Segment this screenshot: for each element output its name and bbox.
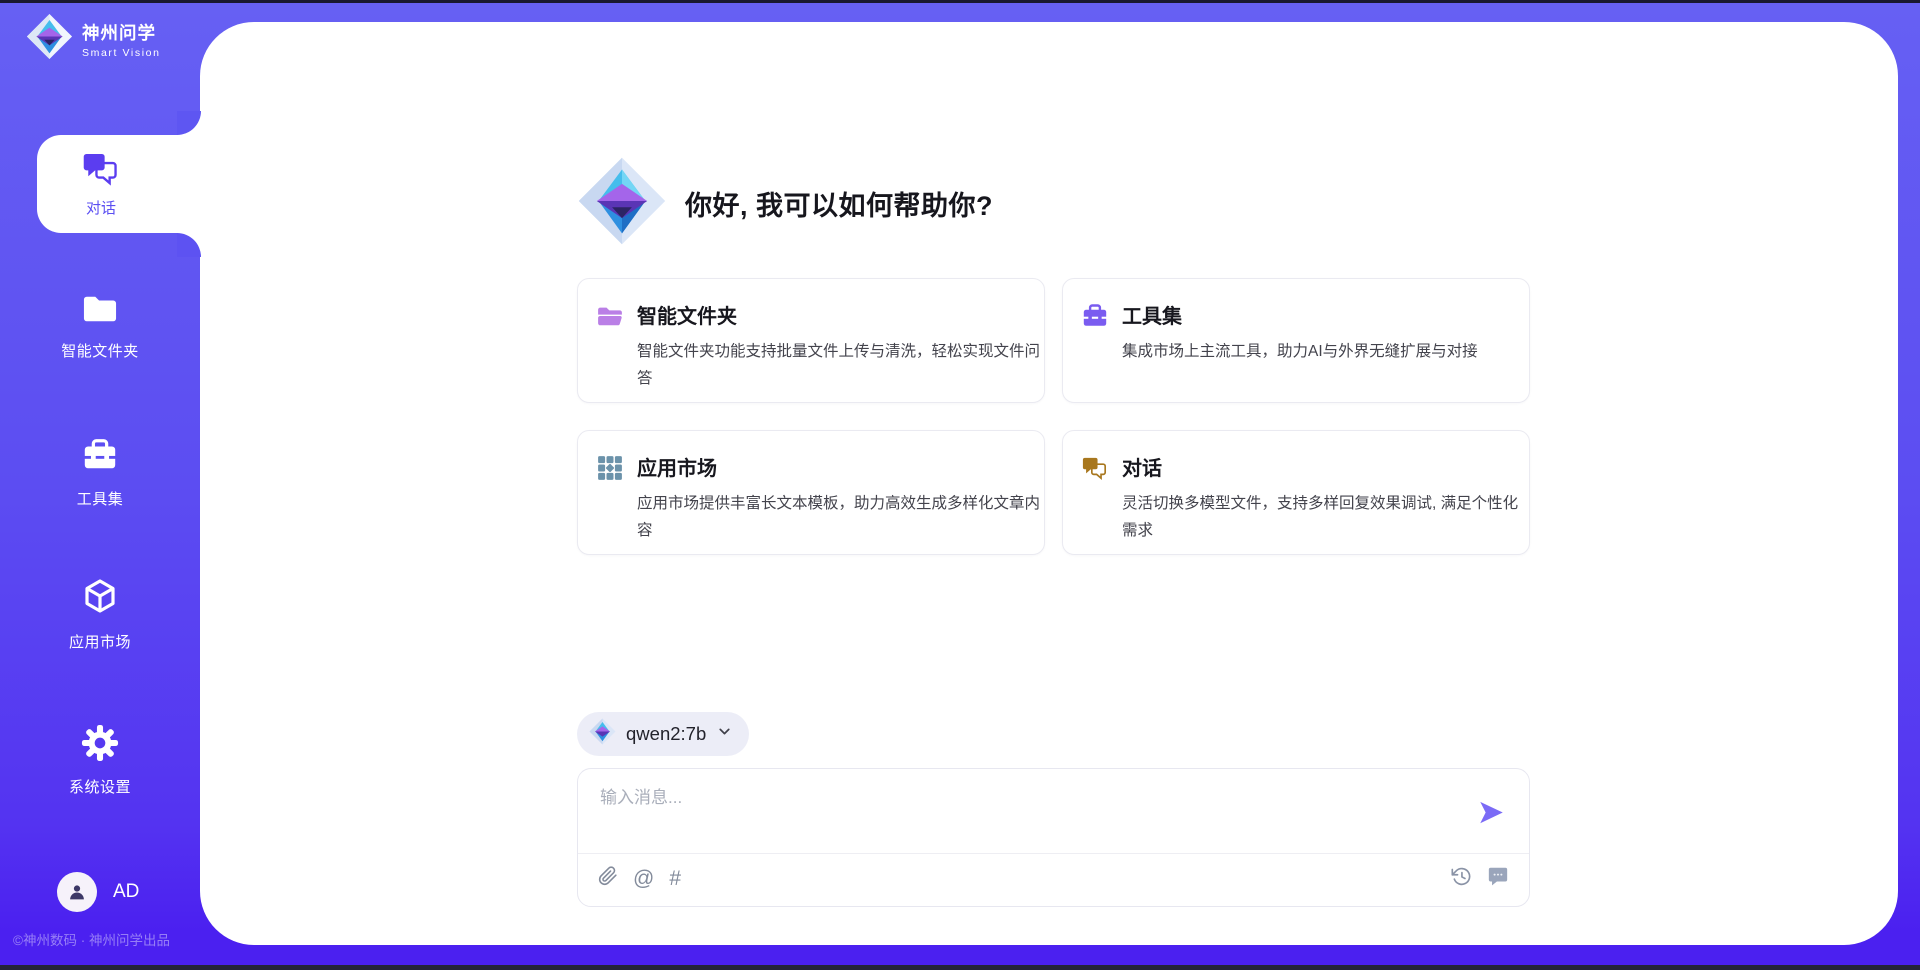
message-input[interactable]: [600, 781, 1240, 815]
sidebar-item-app-market[interactable]: 应用市场: [0, 577, 200, 652]
logo-text: 神州问学 Smart Vision: [82, 20, 161, 59]
card-chat[interactable]: 对话 灵活切换多模型文件，支持多样回复效果调试, 满足个性化需求: [1062, 430, 1530, 555]
feedback-bubble-icon: [1487, 865, 1509, 893]
card-app-market[interactable]: 应用市场 应用市场提供丰富长文本模板，助力高效生成多样化文章内容: [577, 430, 1045, 555]
card-text: 智能文件夹 智能文件夹功能支持批量文件上传与清洗，轻松实现文件问答: [637, 300, 1045, 402]
card-toolset[interactable]: 工具集 集成市场上主流工具，助力AI与外界无缝扩展与对接: [1062, 278, 1530, 403]
app-subtitle: Smart Vision: [82, 47, 161, 59]
history-icon: [1451, 866, 1472, 893]
sidebar-item-toolset[interactable]: 工具集: [0, 436, 200, 509]
sidebar-item-chat[interactable]: 对话: [37, 135, 201, 233]
card-title: 对话: [1122, 452, 1530, 481]
window-bottom-edge: [0, 965, 1920, 970]
card-description: 灵活切换多模型文件，支持多样回复效果调试, 满足个性化需求: [1122, 490, 1530, 544]
user-account[interactable]: AD: [57, 872, 139, 912]
sidebar-item-label: 系统设置: [69, 776, 131, 797]
sidebar-item-label: 对话: [86, 197, 116, 218]
feature-cards: 智能文件夹 智能文件夹功能支持批量文件上传与清洗，轻松实现文件问答: [577, 278, 1530, 555]
tab-curve-bottom: [177, 233, 201, 257]
brand-diamond-logo-icon: [26, 13, 73, 65]
app-logo: 神州问学 Smart Vision: [26, 13, 161, 65]
tab-curve-top: [177, 111, 201, 135]
model-logo-icon: [589, 718, 616, 750]
model-selector[interactable]: qwen2:7b: [577, 712, 749, 756]
card-text: 对话 灵活切换多模型文件，支持多样回复效果调试, 满足个性化需求: [1122, 452, 1530, 554]
card-smart-folder[interactable]: 智能文件夹 智能文件夹功能支持批量文件上传与清洗，轻松实现文件问答: [577, 278, 1045, 403]
user-initials: AD: [113, 881, 139, 903]
window-top-edge: [0, 0, 1920, 3]
sidebar-item-label: 工具集: [77, 488, 124, 509]
main-panel: 你好, 我可以如何帮助你? 智能文件夹 智能文件夹功能支持批量文件上传与清洗，轻…: [200, 22, 1898, 945]
brand-diamond-logo-icon: [577, 156, 667, 251]
sidebar-item-label: 应用市场: [69, 631, 131, 652]
toolbox-icon: [1081, 302, 1109, 402]
card-title: 应用市场: [637, 452, 1045, 481]
topic-button[interactable]: #: [669, 867, 681, 891]
chat-icon: [1081, 454, 1109, 554]
cube-icon: [80, 577, 120, 622]
card-text: 应用市场 应用市场提供丰富长文本模板，助力高效生成多样化文章内容: [637, 452, 1045, 554]
chat-icon: [81, 150, 121, 192]
folder-icon: [81, 292, 119, 331]
greeting-text: 你好, 我可以如何帮助你?: [685, 184, 993, 223]
card-description: 智能文件夹功能支持批量文件上传与清洗，轻松实现文件问答: [637, 338, 1045, 392]
card-description: 集成市场上主流工具，助力AI与外界无缝扩展与对接: [1122, 338, 1530, 365]
chevron-down-icon: [716, 723, 733, 745]
composer-toolbar: @ #: [598, 852, 1509, 906]
grid-icon: [596, 454, 624, 554]
model-name: qwen2:7b: [626, 723, 706, 745]
card-text: 工具集 集成市场上主流工具，助力AI与外界无缝扩展与对接: [1122, 300, 1530, 402]
history-button[interactable]: [1451, 866, 1472, 893]
avatar: [57, 872, 97, 912]
sidebar-item-smart-folder[interactable]: 智能文件夹: [0, 292, 200, 361]
send-icon: [1478, 814, 1505, 829]
toolbox-icon: [81, 436, 119, 479]
card-title: 智能文件夹: [637, 300, 1045, 329]
attach-button[interactable]: [598, 866, 618, 892]
sidebar-item-settings[interactable]: 系统设置: [0, 724, 200, 797]
paperclip-icon: [598, 866, 618, 892]
gear-icon: [81, 724, 119, 767]
composer-tools-right: [1451, 865, 1509, 893]
mention-button[interactable]: @: [633, 867, 654, 891]
at-icon: @: [633, 867, 654, 891]
send-button[interactable]: [1477, 799, 1505, 827]
card-title: 工具集: [1122, 300, 1530, 329]
card-description: 应用市场提供丰富长文本模板，助力高效生成多样化文章内容: [637, 490, 1045, 544]
folder-icon: [596, 302, 624, 402]
sidebar-item-label: 智能文件夹: [61, 340, 139, 361]
app-title: 神州问学: [82, 20, 161, 45]
feedback-button[interactable]: [1487, 865, 1509, 893]
app-window: 你好, 我可以如何帮助你? 智能文件夹 智能文件夹功能支持批量文件上传与清洗，轻…: [0, 0, 1920, 970]
greeting-row: 你好, 我可以如何帮助你?: [577, 156, 993, 251]
message-composer: @ #: [577, 768, 1530, 907]
hash-icon: #: [669, 867, 681, 891]
copyright-text: ©神州数码 · 神州问学出品: [13, 929, 170, 949]
composer-tools-left: @ #: [598, 866, 681, 892]
